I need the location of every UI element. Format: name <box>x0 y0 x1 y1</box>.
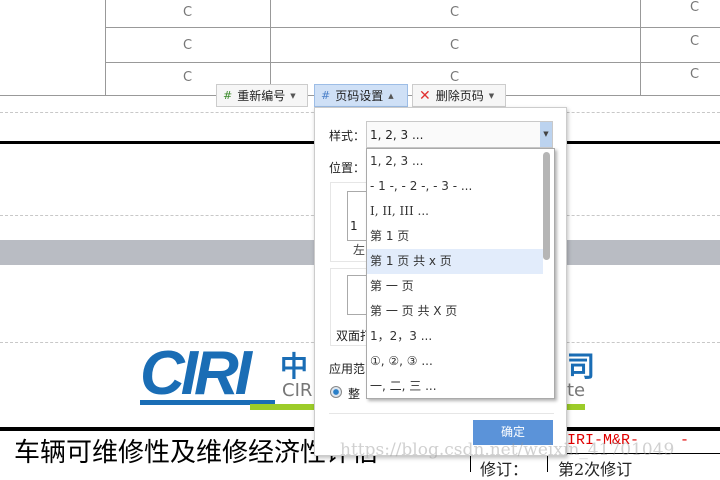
renumber-icon: # <box>223 89 233 102</box>
renumber-label: 重新编号 <box>237 89 286 103</box>
apply-radio[interactable] <box>330 386 342 398</box>
style-option-highlighted[interactable]: 第 1 页 共 x 页 <box>367 249 543 274</box>
watermark: https://blog.csdn.net/weixin_41701049 <box>340 440 675 460</box>
logo-en-tail: te <box>567 380 586 401</box>
style-option[interactable]: - 1 -, - 2 -, - 3 - ... <box>367 174 543 199</box>
position-label: 位置： <box>329 161 366 175</box>
style-select[interactable]: 1, 2, 3 ... ▼ <box>366 121 553 148</box>
apply-option-label: 整 <box>348 387 361 401</box>
table-cell: C <box>183 70 193 85</box>
table-cell: C <box>450 38 460 53</box>
style-option[interactable]: ①, ②, ③ ... <box>367 349 543 374</box>
chevron-down-icon[interactable]: ▼ <box>540 122 552 147</box>
table-cell: C <box>183 38 193 53</box>
ciri-logo: CIRI <box>140 343 275 405</box>
style-option[interactable]: 第 一 页 <box>367 274 543 299</box>
renumber-button[interactable]: # 重新编号 ▼ <box>216 84 308 107</box>
chevron-down-icon: ▼ <box>290 91 296 100</box>
style-option[interactable]: I, II, III ... <box>367 199 543 224</box>
chevron-down-icon: ▼ <box>488 91 495 100</box>
table-cell: C <box>690 0 700 15</box>
table-cell: C <box>450 5 460 20</box>
style-option[interactable]: 第 1 页 <box>367 224 543 249</box>
logo-cn-tail: 司 <box>567 350 596 383</box>
page-number-icon: # <box>321 89 331 102</box>
table-cell: C <box>450 70 460 85</box>
style-dropdown-list: 1, 2, 3 ... - 1 -, - 2 -, - 3 - ... I, I… <box>366 148 555 399</box>
style-option[interactable]: 一, 二, 三 ... <box>367 374 543 399</box>
style-option[interactable]: 第 一 页 共 X 页 <box>367 299 543 324</box>
document-code-suffix: - <box>680 432 690 449</box>
chevron-up-icon: ▲ <box>388 91 394 100</box>
table-cell: C <box>690 34 700 49</box>
logo-cn: 中 <box>280 350 309 383</box>
table-cell: C <box>183 5 193 20</box>
delete-icon: ✕ <box>419 87 431 104</box>
style-label: 样式： <box>329 129 366 143</box>
position-left-label: 左 <box>353 243 366 257</box>
page-setup-label: 页码设置 <box>335 89 384 103</box>
apply-range-label: 应用范 <box>329 362 366 376</box>
delete-label: 删除页码 <box>435 89 484 103</box>
page-setup-button[interactable]: # 页码设置 ▲ <box>314 84 408 107</box>
style-select-value: 1, 2, 3 ... <box>370 128 424 142</box>
table-cell: C <box>690 67 700 82</box>
duplex-option[interactable]: 双面打 <box>330 268 372 346</box>
style-option[interactable]: 1，2，3 ... <box>367 324 543 349</box>
delete-page-number-button[interactable]: ✕ 删除页码 ▼ <box>412 84 506 107</box>
position-option-left[interactable]: 1 左 <box>330 182 370 262</box>
style-option[interactable]: 1, 2, 3 ... <box>367 149 543 174</box>
logo-en: CIR <box>282 380 313 401</box>
preview-number: 1 <box>350 219 358 233</box>
scrollbar-thumb[interactable] <box>543 152 550 260</box>
